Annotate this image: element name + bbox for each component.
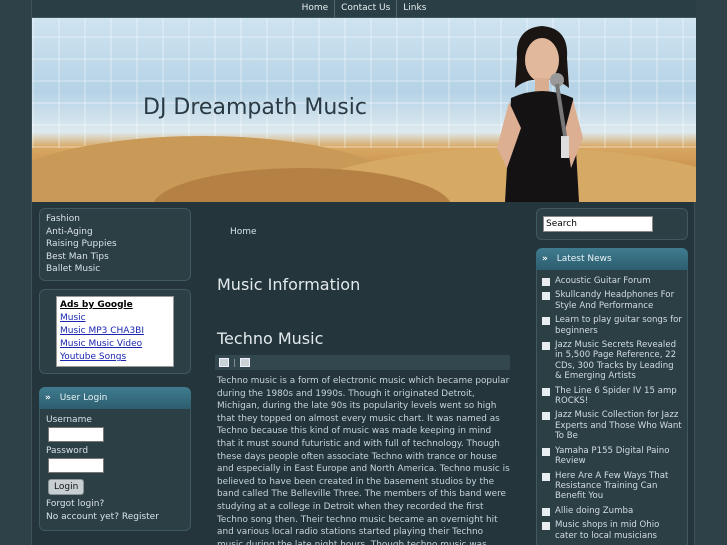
- list-item[interactable]: Skullcandy Headphones For Style And Perf…: [542, 290, 683, 311]
- double-chevron-icon: »: [45, 393, 51, 404]
- site-title: DJ Dreampath Music: [143, 95, 367, 120]
- ad-link[interactable]: Youtube Songs: [60, 351, 170, 364]
- bullet-icon: [542, 292, 550, 301]
- list-item[interactable]: Music shops in mid Ohio cater to local m…: [542, 520, 683, 541]
- ads-title[interactable]: Ads by Google: [60, 299, 170, 312]
- news-link[interactable]: Here Are A Few Ways That Resistance Trai…: [555, 471, 683, 502]
- ad-link[interactable]: Music: [60, 312, 170, 325]
- login-title-bar: » User Login: [39, 387, 191, 410]
- latest-news-title-bar: » Latest News: [536, 248, 688, 270]
- news-link[interactable]: Learn to play guitar songs for beginners: [555, 315, 683, 336]
- bullet-icon: [542, 507, 550, 516]
- header-banner: DJ Dreampath Music: [32, 18, 696, 202]
- login-form: Username Password Login Forgot login? No…: [39, 409, 191, 532]
- google-ads: Ads by Google Music Music MP3 CHA3BI Mus…: [56, 295, 174, 368]
- forgot-login-link[interactable]: Forgot login?: [46, 498, 184, 511]
- top-navigation: Home Contact Us Links: [32, 0, 696, 18]
- ads-box: Ads by Google Music Music MP3 CHA3BI Mus…: [39, 288, 191, 375]
- bullet-icon: [542, 387, 550, 396]
- menu-link-fashion[interactable]: Fashion: [46, 213, 184, 226]
- news-link[interactable]: Skullcandy Headphones For Style And Perf…: [555, 290, 683, 311]
- news-link[interactable]: Acoustic Guitar Forum: [555, 276, 651, 286]
- list-item[interactable]: Yamaha P155 Digital Paino Review: [542, 446, 683, 467]
- breadcrumb[interactable]: Home: [230, 227, 510, 237]
- login-button[interactable]: Login: [48, 479, 85, 496]
- page-wrapper: Home Contact Us Links DJ Dreampath Music…: [31, 0, 696, 545]
- list-item[interactable]: Jazz Music Collection for Jazz Experts a…: [542, 410, 683, 441]
- article-title: Techno Music: [217, 329, 324, 348]
- search-input[interactable]: [543, 216, 653, 232]
- email-icon[interactable]: [239, 358, 250, 367]
- left-column: Fashion Anti-Aging Raising Puppies Best …: [39, 208, 191, 532]
- password-label: Password: [46, 446, 89, 457]
- latest-news-title: Latest News: [556, 254, 612, 264]
- news-link[interactable]: Allie doing Zumba: [555, 506, 633, 516]
- news-link[interactable]: Yamaha P155 Digital Paino Review: [555, 446, 683, 467]
- news-link[interactable]: Music shops in mid Ohio cater to local m…: [555, 520, 683, 541]
- list-item[interactable]: Acoustic Guitar Forum: [542, 276, 683, 286]
- menu-link-raising-puppies[interactable]: Raising Puppies: [46, 238, 184, 251]
- divider: |: [233, 358, 236, 367]
- bullet-icon: [542, 472, 550, 481]
- ad-link[interactable]: Music MP3 CHA3BI: [60, 325, 170, 338]
- nav-links[interactable]: Links: [396, 0, 432, 18]
- login-title: User Login: [59, 393, 108, 404]
- news-link[interactable]: Jazz Music Secrets Revealed in 5,500 Pag…: [555, 340, 683, 382]
- list-item[interactable]: Allie doing Zumba: [542, 506, 683, 516]
- bullet-icon: [542, 412, 550, 421]
- bullet-icon: [542, 317, 550, 326]
- double-chevron-icon: »: [542, 254, 548, 264]
- nav-contact-us[interactable]: Contact Us: [334, 0, 396, 18]
- latest-news-module: » Latest News Acoustic Guitar Forum Skul…: [536, 248, 688, 545]
- nav-home[interactable]: Home: [296, 0, 335, 18]
- article-body: Techno music is a form of electronic mus…: [217, 376, 510, 545]
- menu-link-best-man-tips[interactable]: Best Man Tips: [46, 251, 184, 264]
- username-field[interactable]: [48, 427, 104, 443]
- bullet-icon: [542, 522, 550, 531]
- menu-link-ballet-music[interactable]: Ballet Music: [46, 263, 184, 276]
- login-module: » User Login Username Password Login For…: [39, 387, 191, 532]
- bullet-icon: [542, 447, 550, 456]
- article-toolbar: |: [215, 355, 510, 370]
- bullet-icon: [542, 278, 550, 286]
- category-menu: Fashion Anti-Aging Raising Puppies Best …: [39, 208, 191, 281]
- list-item[interactable]: Here Are A Few Ways That Resistance Trai…: [542, 471, 683, 502]
- main-content: Home Music Information Techno Music | Te…: [215, 208, 510, 545]
- bullet-icon: [542, 342, 550, 351]
- ad-link[interactable]: Music Music Video: [60, 338, 170, 351]
- username-label: Username: [46, 415, 92, 426]
- news-list: Acoustic Guitar Forum Skullcandy Headpho…: [536, 270, 688, 545]
- search-module: [536, 208, 688, 240]
- singer-image: [497, 26, 583, 202]
- register-link[interactable]: No account yet? Register: [46, 511, 184, 524]
- menu-link-anti-aging[interactable]: Anti-Aging: [46, 226, 184, 239]
- news-link[interactable]: The Line 6 Spider IV 15 amp ROCKS!: [555, 386, 683, 407]
- list-item[interactable]: Learn to play guitar songs for beginners: [542, 315, 683, 336]
- list-item[interactable]: The Line 6 Spider IV 15 amp ROCKS!: [542, 386, 683, 407]
- print-icon[interactable]: [219, 358, 229, 367]
- password-field[interactable]: [48, 458, 104, 474]
- news-link[interactable]: Jazz Music Collection for Jazz Experts a…: [555, 410, 683, 441]
- section-title: Music Information: [217, 275, 361, 294]
- right-column: » Latest News Acoustic Guitar Forum Skul…: [536, 208, 688, 545]
- list-item[interactable]: Jazz Music Secrets Revealed in 5,500 Pag…: [542, 340, 683, 382]
